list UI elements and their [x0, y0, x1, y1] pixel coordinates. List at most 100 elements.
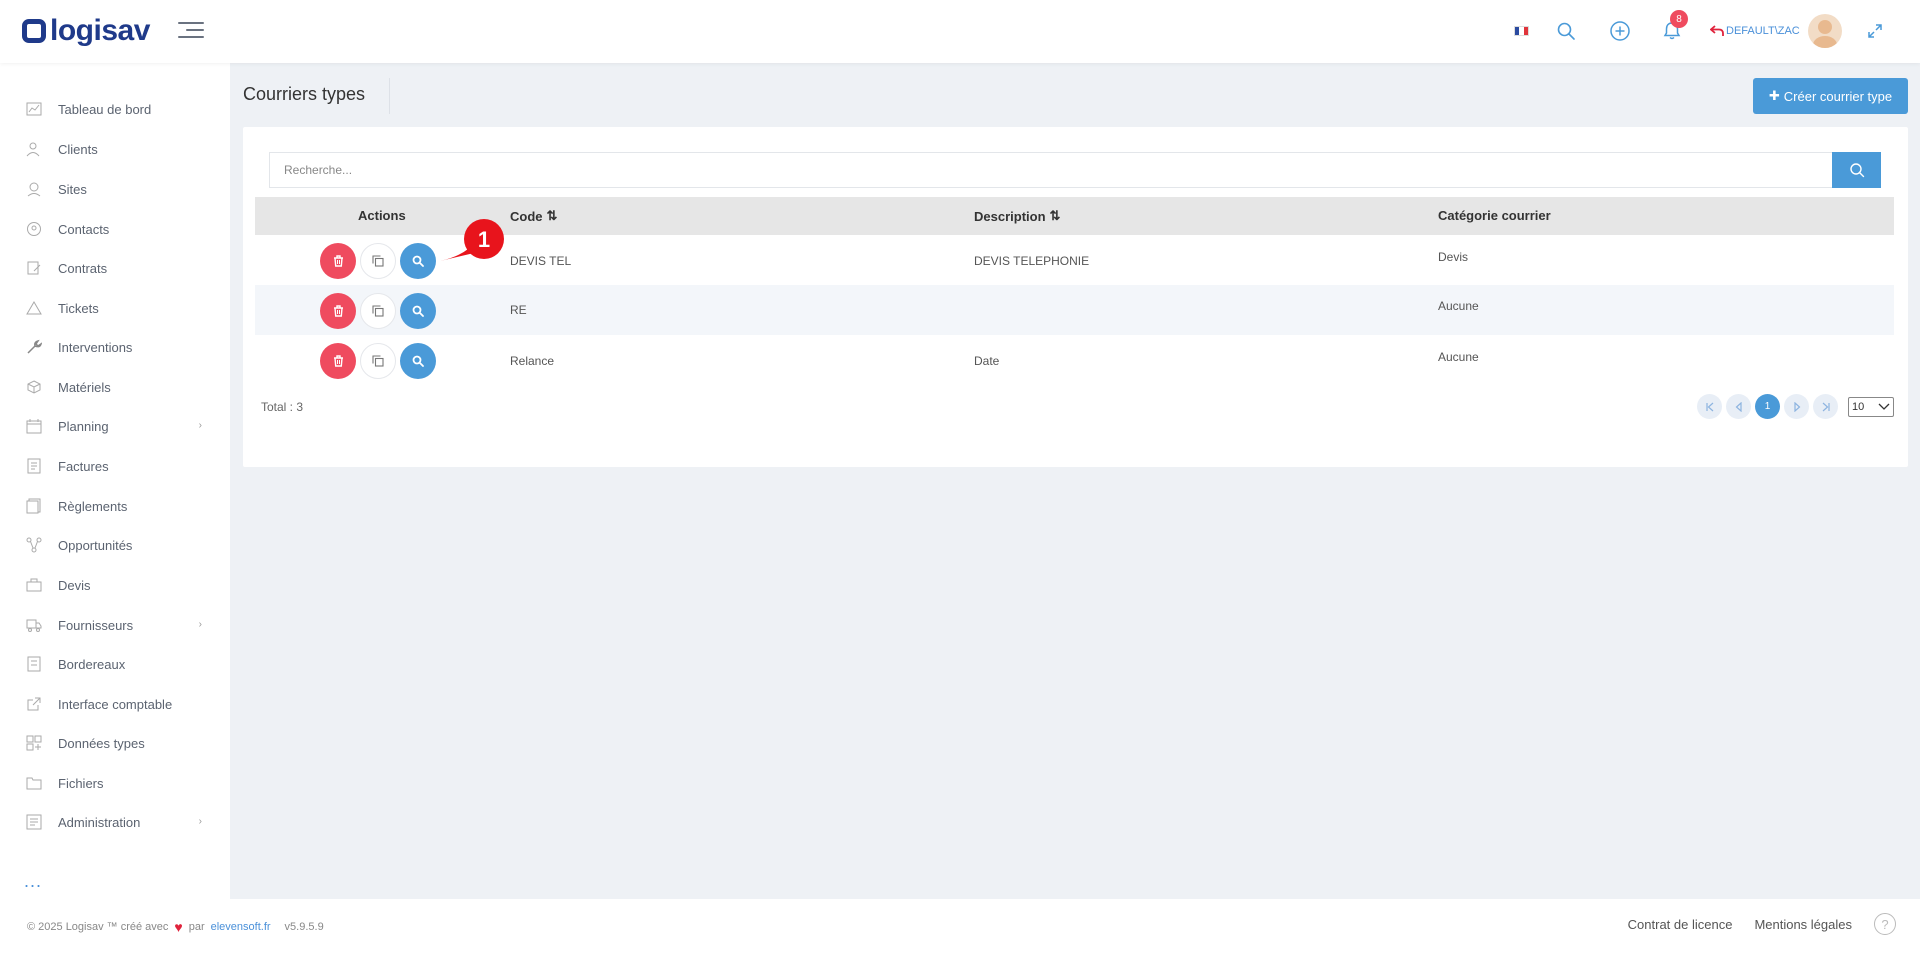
sidebar-item-donnees-types[interactable]: Données types: [0, 725, 230, 761]
calendar-icon: [26, 418, 42, 434]
version-text: v5.9.5.9: [284, 921, 324, 933]
sidebar-item-devis[interactable]: Devis: [0, 567, 230, 603]
first-page-icon: [1705, 402, 1713, 411]
duplicate-button[interactable]: [360, 343, 396, 379]
license-link[interactable]: Contrat de licence: [1628, 917, 1733, 932]
add-circle-icon[interactable]: [1607, 18, 1633, 44]
elevensoft-link[interactable]: elevensoft.fr: [211, 921, 271, 933]
first-page-button[interactable]: [1697, 394, 1722, 419]
search-button[interactable]: [1832, 152, 1881, 188]
avatar: [1807, 14, 1842, 48]
cell-code: DEVIS TEL: [510, 254, 572, 268]
cell-description: Date: [974, 354, 1000, 368]
column-header-code[interactable]: Code ⇅: [510, 208, 557, 224]
top-header: logisav 8 DEFAULT\ZAC: [0, 0, 1920, 63]
previous-page-button[interactable]: [1726, 394, 1751, 419]
sidebar-item-sites[interactable]: Sites: [0, 171, 230, 207]
cell-category: Devis: [1438, 250, 1469, 264]
by-text: par: [188, 921, 205, 933]
wrench-icon: [26, 339, 42, 355]
sidebar-item-tableau-de-bord[interactable]: Tableau de bord: [0, 91, 230, 127]
sidebar-item-interventions[interactable]: Interventions: [0, 329, 230, 365]
sort-icon: ⇅: [1049, 208, 1061, 223]
user-menu[interactable]: DEFAULT\ZAC: [1710, 14, 1842, 48]
sidebar-item-contacts[interactable]: Contacts: [0, 211, 230, 247]
chevron-right-icon: ›: [198, 619, 202, 630]
location-pin-icon: [26, 181, 42, 197]
search-icon[interactable]: [1553, 18, 1579, 44]
next-page-button[interactable]: [1784, 394, 1809, 419]
plus-icon: ✚: [1768, 88, 1780, 103]
chevron-right-icon: ›: [198, 816, 202, 827]
sidebar-item-factures[interactable]: Factures: [0, 448, 230, 484]
page-button[interactable]: 1: [1755, 394, 1780, 419]
expand-icon[interactable]: [1862, 18, 1888, 44]
duplicate-button[interactable]: [360, 293, 396, 329]
cell-category: Aucune: [1438, 299, 1479, 313]
sidebar-item-fournisseurs[interactable]: Fournisseurs ›: [0, 607, 230, 643]
view-button[interactable]: [400, 293, 436, 329]
legal-link[interactable]: Mentions légales: [1754, 917, 1852, 932]
logo-mark: [22, 19, 46, 43]
sidebar-item-contrats[interactable]: Contrats: [0, 250, 230, 286]
duplicate-button[interactable]: [360, 243, 396, 279]
menu-toggle-button[interactable]: [178, 22, 204, 40]
page-title: Courriers types: [243, 84, 366, 104]
logo[interactable]: logisav: [22, 14, 150, 48]
search-input[interactable]: [269, 152, 1832, 188]
sidebar-more-button[interactable]: ...: [24, 871, 42, 892]
sidebar-item-tickets[interactable]: Tickets: [0, 290, 230, 326]
heart-icon: ♥: [174, 919, 183, 935]
user-name: DEFAULT\ZAC: [1726, 25, 1800, 37]
contacts-icon: [26, 221, 42, 237]
sidebar-item-fichiers[interactable]: Fichiers: [0, 765, 230, 801]
brand-name: logisav: [50, 14, 150, 47]
truck-icon: [26, 617, 42, 633]
sidebar-item-planning[interactable]: Planning ›: [0, 408, 230, 444]
column-header-description[interactable]: Description ⇅: [974, 208, 1060, 224]
trash-icon: [333, 355, 343, 367]
last-page-icon: [1822, 402, 1830, 411]
chevron-left-icon: [1735, 401, 1742, 412]
sidebar-item-materiels[interactable]: Matériels: [0, 369, 230, 405]
callout-marker: 1: [440, 219, 504, 261]
sidebar-item-interface-comptable[interactable]: Interface comptable: [0, 686, 230, 722]
last-page-button[interactable]: [1813, 394, 1838, 419]
copy-icon: [372, 355, 384, 367]
delete-button[interactable]: [320, 343, 356, 379]
contract-icon: [26, 260, 42, 276]
payments-icon: [26, 498, 42, 514]
sidebar-item-bordereaux[interactable]: Bordereaux: [0, 646, 230, 682]
search-icon: [412, 355, 424, 367]
sidebar-item-opportunites[interactable]: Opportunités: [0, 527, 230, 563]
delete-button[interactable]: [320, 243, 356, 279]
sidebar-item-clients[interactable]: Clients: [0, 131, 230, 167]
view-button[interactable]: [400, 343, 436, 379]
footer-links: Contrat de licence Mentions légales ?: [1628, 913, 1896, 935]
view-button[interactable]: [400, 243, 436, 279]
warning-icon: [26, 300, 42, 316]
total-count: Total : 3: [261, 400, 304, 414]
pagination: 1 10: [1697, 394, 1894, 419]
briefcase-icon: [26, 577, 42, 593]
delete-button[interactable]: [320, 293, 356, 329]
switch-user-icon: [1710, 25, 1724, 36]
language-flag-icon[interactable]: [1514, 26, 1529, 36]
chevron-right-icon: ›: [198, 420, 202, 431]
cell-code: RE: [510, 303, 527, 317]
chevron-down-icon: [1878, 403, 1890, 410]
invoice-icon: [26, 458, 42, 474]
cell-category: Aucune: [1438, 350, 1479, 364]
copy-icon: [372, 305, 384, 317]
sort-icon: ⇅: [546, 208, 558, 223]
help-icon[interactable]: ?: [1874, 913, 1896, 935]
footer-credits: © 2025 Logisav ™ créé avec ♥ par elevens…: [27, 919, 324, 935]
per-page-select[interactable]: 10: [1848, 396, 1894, 417]
sidebar-item-reglements[interactable]: Règlements: [0, 488, 230, 524]
sidebar-item-administration[interactable]: Administration ›: [0, 804, 230, 840]
external-link-icon: [26, 696, 42, 712]
trash-icon: [333, 255, 343, 267]
create-button-label: Créer courrier type: [1783, 88, 1893, 104]
search-icon: [412, 255, 424, 267]
create-courrier-type-button[interactable]: ✚ Créer courrier type: [1753, 78, 1908, 114]
